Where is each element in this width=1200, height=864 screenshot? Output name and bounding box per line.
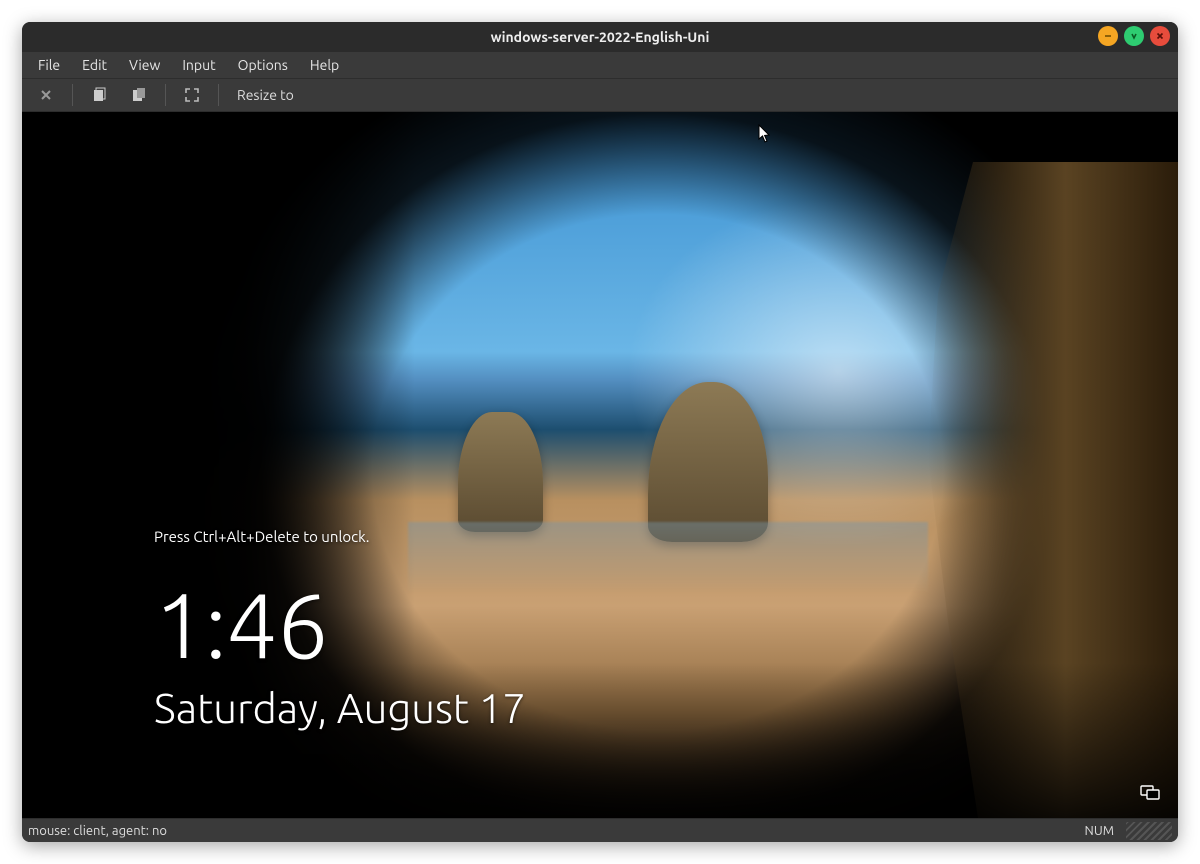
menu-edit[interactable]: Edit xyxy=(72,55,117,75)
copy-button[interactable] xyxy=(81,81,117,109)
maximize-button[interactable] xyxy=(1124,26,1144,46)
menubar: File Edit View Input Options Help xyxy=(22,52,1178,78)
background-rock-icon xyxy=(648,382,768,542)
minimize-button[interactable] xyxy=(1098,26,1118,46)
toolbar-separator xyxy=(72,84,73,106)
fullscreen-button[interactable] xyxy=(174,81,210,109)
status-numlock: NUM xyxy=(1085,824,1114,838)
mouse-cursor-icon xyxy=(758,124,772,148)
guest-letterbox-left xyxy=(22,112,118,818)
close-button[interactable] xyxy=(1150,26,1170,46)
network-icon[interactable] xyxy=(1140,784,1160,800)
window-title: windows-server-2022-English-Uni xyxy=(491,29,710,45)
statusbar: mouse: client, agent: no NUM xyxy=(22,818,1178,842)
menu-options[interactable]: Options xyxy=(228,55,298,75)
menu-help[interactable]: Help xyxy=(300,55,349,75)
resize-grip-icon[interactable] xyxy=(1126,822,1172,840)
toolbar-separator xyxy=(165,84,166,106)
titlebar[interactable]: windows-server-2022-English-Uni xyxy=(22,22,1178,52)
vm-viewer-window: windows-server-2022-English-Uni File Edi… xyxy=(22,22,1178,842)
windows-lockscreen[interactable]: Press Ctrl+Alt+Delete to unlock. 1:46 Sa… xyxy=(118,112,1178,818)
guest-display[interactable]: Press Ctrl+Alt+Delete to unlock. 1:46 Sa… xyxy=(22,112,1178,818)
disconnect-button[interactable] xyxy=(28,81,64,109)
resize-to-button[interactable]: Resize to xyxy=(227,81,304,109)
lockscreen-time: 1:46 xyxy=(154,579,526,671)
unlock-hint: Press Ctrl+Alt+Delete to unlock. xyxy=(154,528,526,545)
toolbar-separator xyxy=(218,84,219,106)
menu-view[interactable]: View xyxy=(119,55,170,75)
background-cave-right xyxy=(928,162,1178,818)
status-mouse-agent: mouse: client, agent: no xyxy=(28,824,1085,838)
paste-button[interactable] xyxy=(121,81,157,109)
toolbar: Resize to xyxy=(22,78,1178,112)
window-controls xyxy=(1098,26,1170,46)
lockscreen-text-block: Press Ctrl+Alt+Delete to unlock. 1:46 Sa… xyxy=(154,528,526,731)
lockscreen-date: Saturday, August 17 xyxy=(154,685,526,731)
menu-file[interactable]: File xyxy=(28,55,70,75)
menu-input[interactable]: Input xyxy=(172,55,225,75)
background-rock-icon xyxy=(458,412,543,532)
